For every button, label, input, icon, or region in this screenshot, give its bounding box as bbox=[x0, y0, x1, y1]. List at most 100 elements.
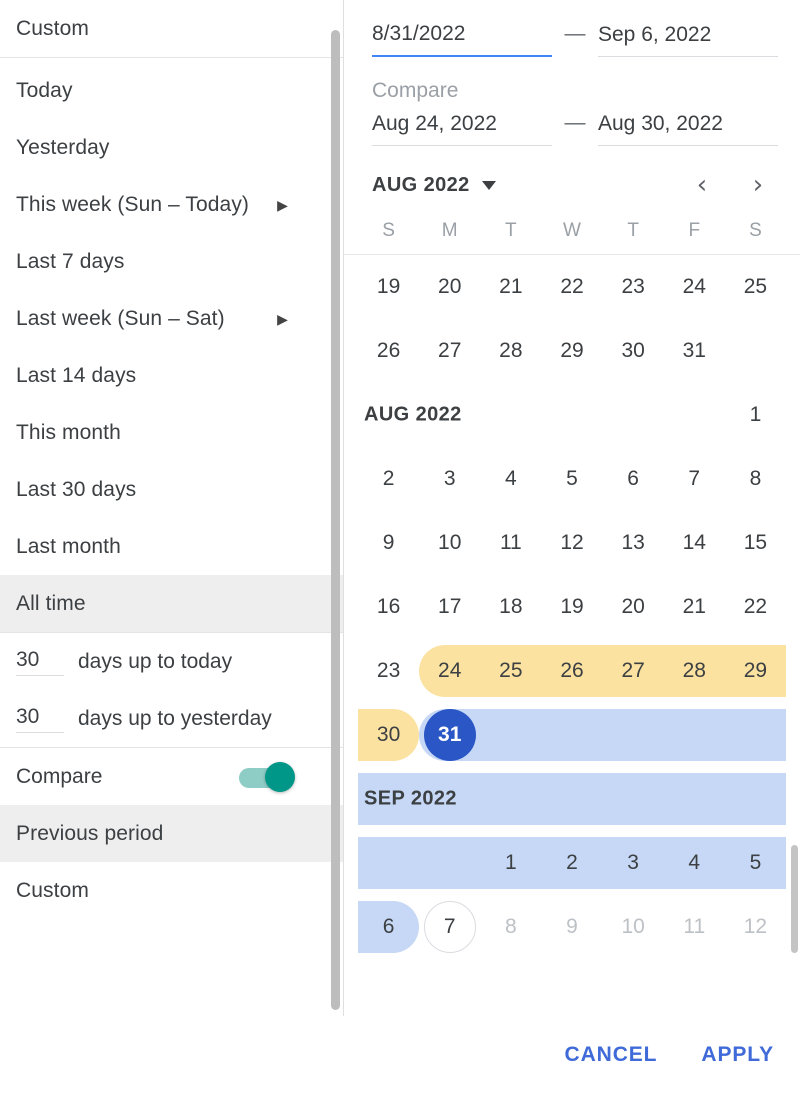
day-cell-23[interactable]: 23 bbox=[358, 639, 419, 703]
day-cell-28[interactable]: 28 bbox=[480, 319, 541, 383]
day-cell-27[interactable]: 27 bbox=[602, 639, 664, 703]
day-cell-empty bbox=[480, 767, 542, 831]
compare-end-field[interactable]: Aug 30, 2022 bbox=[598, 112, 778, 146]
day-cell-22[interactable]: 22 bbox=[541, 255, 602, 319]
day-number: 20 bbox=[438, 275, 462, 298]
day-cell-24[interactable]: 24 bbox=[419, 639, 481, 703]
day-number: 1 bbox=[749, 403, 762, 426]
day-cell-17[interactable]: 17 bbox=[419, 575, 480, 639]
sidebar-item-last-week-sun-sat[interactable]: Last week (Sun – Sat) ▶ bbox=[0, 290, 343, 347]
day-cell-19[interactable]: 19 bbox=[541, 575, 602, 639]
compare-start-field[interactable]: Aug 24, 2022 bbox=[372, 112, 552, 146]
sidebar-item-this-month[interactable]: This month bbox=[0, 404, 343, 461]
day-cell-30[interactable]: 30 bbox=[603, 319, 664, 383]
day-cell-21[interactable]: 21 bbox=[664, 575, 725, 639]
day-cell-31[interactable]: 31 bbox=[664, 319, 725, 383]
day-cell-19[interactable]: 19 bbox=[358, 255, 419, 319]
sidebar-item-last-month[interactable]: Last month bbox=[0, 518, 343, 575]
prev-month-icon[interactable]: ‹ bbox=[692, 172, 712, 198]
day-cell-15[interactable]: 15 bbox=[725, 511, 786, 575]
sidebar-item-custom-top[interactable]: Custom bbox=[0, 0, 343, 57]
day-cell-25[interactable]: 25 bbox=[725, 255, 786, 319]
day-cell-12[interactable]: 12 bbox=[541, 511, 602, 575]
day-cell-23[interactable]: 23 bbox=[603, 255, 664, 319]
sidebar-item-label: Yesterday bbox=[16, 135, 110, 159]
day-cell-30[interactable]: 30 bbox=[358, 703, 420, 767]
day-cell-8[interactable]: 8 bbox=[725, 447, 786, 511]
day-cell-18[interactable]: 18 bbox=[480, 575, 541, 639]
day-cell-3[interactable]: 3 bbox=[602, 831, 664, 895]
day-cell-2[interactable]: 2 bbox=[541, 831, 603, 895]
sidebar-item-today[interactable]: Today bbox=[0, 62, 343, 119]
day-cell-20[interactable]: 20 bbox=[419, 255, 480, 319]
day-cell-7[interactable]: 7 bbox=[419, 895, 480, 959]
day-cell-5[interactable]: 5 bbox=[541, 447, 602, 511]
day-cell-9[interactable]: 9 bbox=[358, 511, 419, 575]
dow-label-5: F bbox=[688, 220, 701, 241]
day-number: 28 bbox=[682, 659, 706, 682]
day-cell-14[interactable]: 14 bbox=[664, 511, 725, 575]
day-cell-28[interactable]: 28 bbox=[663, 639, 725, 703]
cancel-button[interactable]: CANCEL bbox=[565, 1043, 658, 1067]
day-cell-5[interactable]: 5 bbox=[724, 831, 786, 895]
presets-sidebar[interactable]: Custom Today Yesterday This week (Sun – To… bbox=[0, 0, 344, 1016]
sidebar-item-label: This month bbox=[16, 420, 121, 444]
day-cell-2[interactable]: 2 bbox=[358, 447, 419, 511]
sidebar-scrollbar[interactable] bbox=[331, 30, 340, 1010]
day-cell-25[interactable]: 25 bbox=[480, 639, 542, 703]
compare-toggle-row[interactable]: Compare bbox=[0, 748, 343, 805]
day-cell-7[interactable]: 7 bbox=[664, 447, 725, 511]
day-cell-11[interactable]: 11 bbox=[664, 895, 725, 959]
calendar-scroll-area[interactable]: 19 20 21 22 23 24 25 26 27 28 29 30 31 1 AUG 2022 2 3 4 5 6… bbox=[344, 254, 800, 964]
day-cell-29[interactable]: 29 bbox=[724, 639, 786, 703]
day-cell-10[interactable]: 10 bbox=[603, 895, 664, 959]
days-count-input-0[interactable] bbox=[16, 647, 64, 676]
selected-range-band bbox=[663, 773, 725, 825]
day-cell-26[interactable]: 26 bbox=[358, 319, 419, 383]
selected-range-band bbox=[724, 773, 786, 825]
day-cell-27[interactable]: 27 bbox=[419, 319, 480, 383]
sidebar-item-last-7-days[interactable]: Last 7 days bbox=[0, 233, 343, 290]
day-cell-22[interactable]: 22 bbox=[725, 575, 786, 639]
day-cell-29[interactable]: 29 bbox=[541, 319, 602, 383]
day-cell-8[interactable]: 8 bbox=[480, 895, 541, 959]
compare-toggle[interactable] bbox=[239, 761, 295, 792]
days-up-to-row-0[interactable]: days up to today bbox=[0, 633, 343, 690]
sidebar-item-this-week-sun-today[interactable]: This week (Sun – Today) ▶ bbox=[0, 176, 343, 233]
days-count-input-1[interactable] bbox=[16, 704, 64, 733]
day-cell-21[interactable]: 21 bbox=[480, 255, 541, 319]
day-number: 25 bbox=[743, 275, 768, 298]
day-cell-16[interactable]: 16 bbox=[358, 575, 419, 639]
sidebar-item-last-30-days[interactable]: Last 30 days bbox=[0, 461, 343, 518]
day-cell-26[interactable]: 26 bbox=[541, 639, 603, 703]
sidebar-item-yesterday[interactable]: Yesterday bbox=[0, 119, 343, 176]
day-cell-11[interactable]: 11 bbox=[480, 511, 541, 575]
day-cell-3[interactable]: 3 bbox=[419, 447, 480, 511]
day-cell-31[interactable]: 31 bbox=[419, 703, 481, 767]
day-cell-10[interactable]: 10 bbox=[419, 511, 480, 575]
month-selector[interactable]: AUG 2022 bbox=[372, 174, 496, 197]
day-cell-9[interactable]: 9 bbox=[541, 895, 602, 959]
calendar-scrollbar[interactable] bbox=[791, 845, 798, 953]
days-up-to-row-1[interactable]: days up to yesterday bbox=[0, 690, 343, 747]
compare-option-custom[interactable]: Custom bbox=[0, 862, 343, 919]
next-month-icon[interactable]: › bbox=[748, 172, 768, 198]
day-cell-6[interactable]: 6 bbox=[603, 447, 664, 511]
day-cell-12[interactable]: 12 bbox=[725, 895, 786, 959]
day-cell-4[interactable]: 4 bbox=[663, 831, 725, 895]
day-cell-1[interactable]: 1 bbox=[725, 383, 786, 447]
range-end-field[interactable]: Sep 6, 2022 bbox=[598, 23, 778, 57]
apply-button[interactable]: APPLY bbox=[701, 1043, 774, 1067]
sidebar-item-all-time[interactable]: All time bbox=[0, 575, 343, 632]
day-cell-4[interactable]: 4 bbox=[480, 447, 541, 511]
day-cell-24[interactable]: 24 bbox=[664, 255, 725, 319]
day-cell-13[interactable]: 13 bbox=[603, 511, 664, 575]
day-number: 21 bbox=[499, 275, 523, 298]
day-number: 3 bbox=[443, 467, 456, 490]
range-start-field[interactable]: 8/31/2022 bbox=[372, 22, 552, 57]
day-cell-6[interactable]: 6 bbox=[358, 895, 420, 959]
compare-option-previous-period[interactable]: Previous period bbox=[0, 805, 343, 862]
day-cell-20[interactable]: 20 bbox=[603, 575, 664, 639]
day-cell-1[interactable]: 1 bbox=[480, 831, 542, 895]
sidebar-item-last-14-days[interactable]: Last 14 days bbox=[0, 347, 343, 404]
